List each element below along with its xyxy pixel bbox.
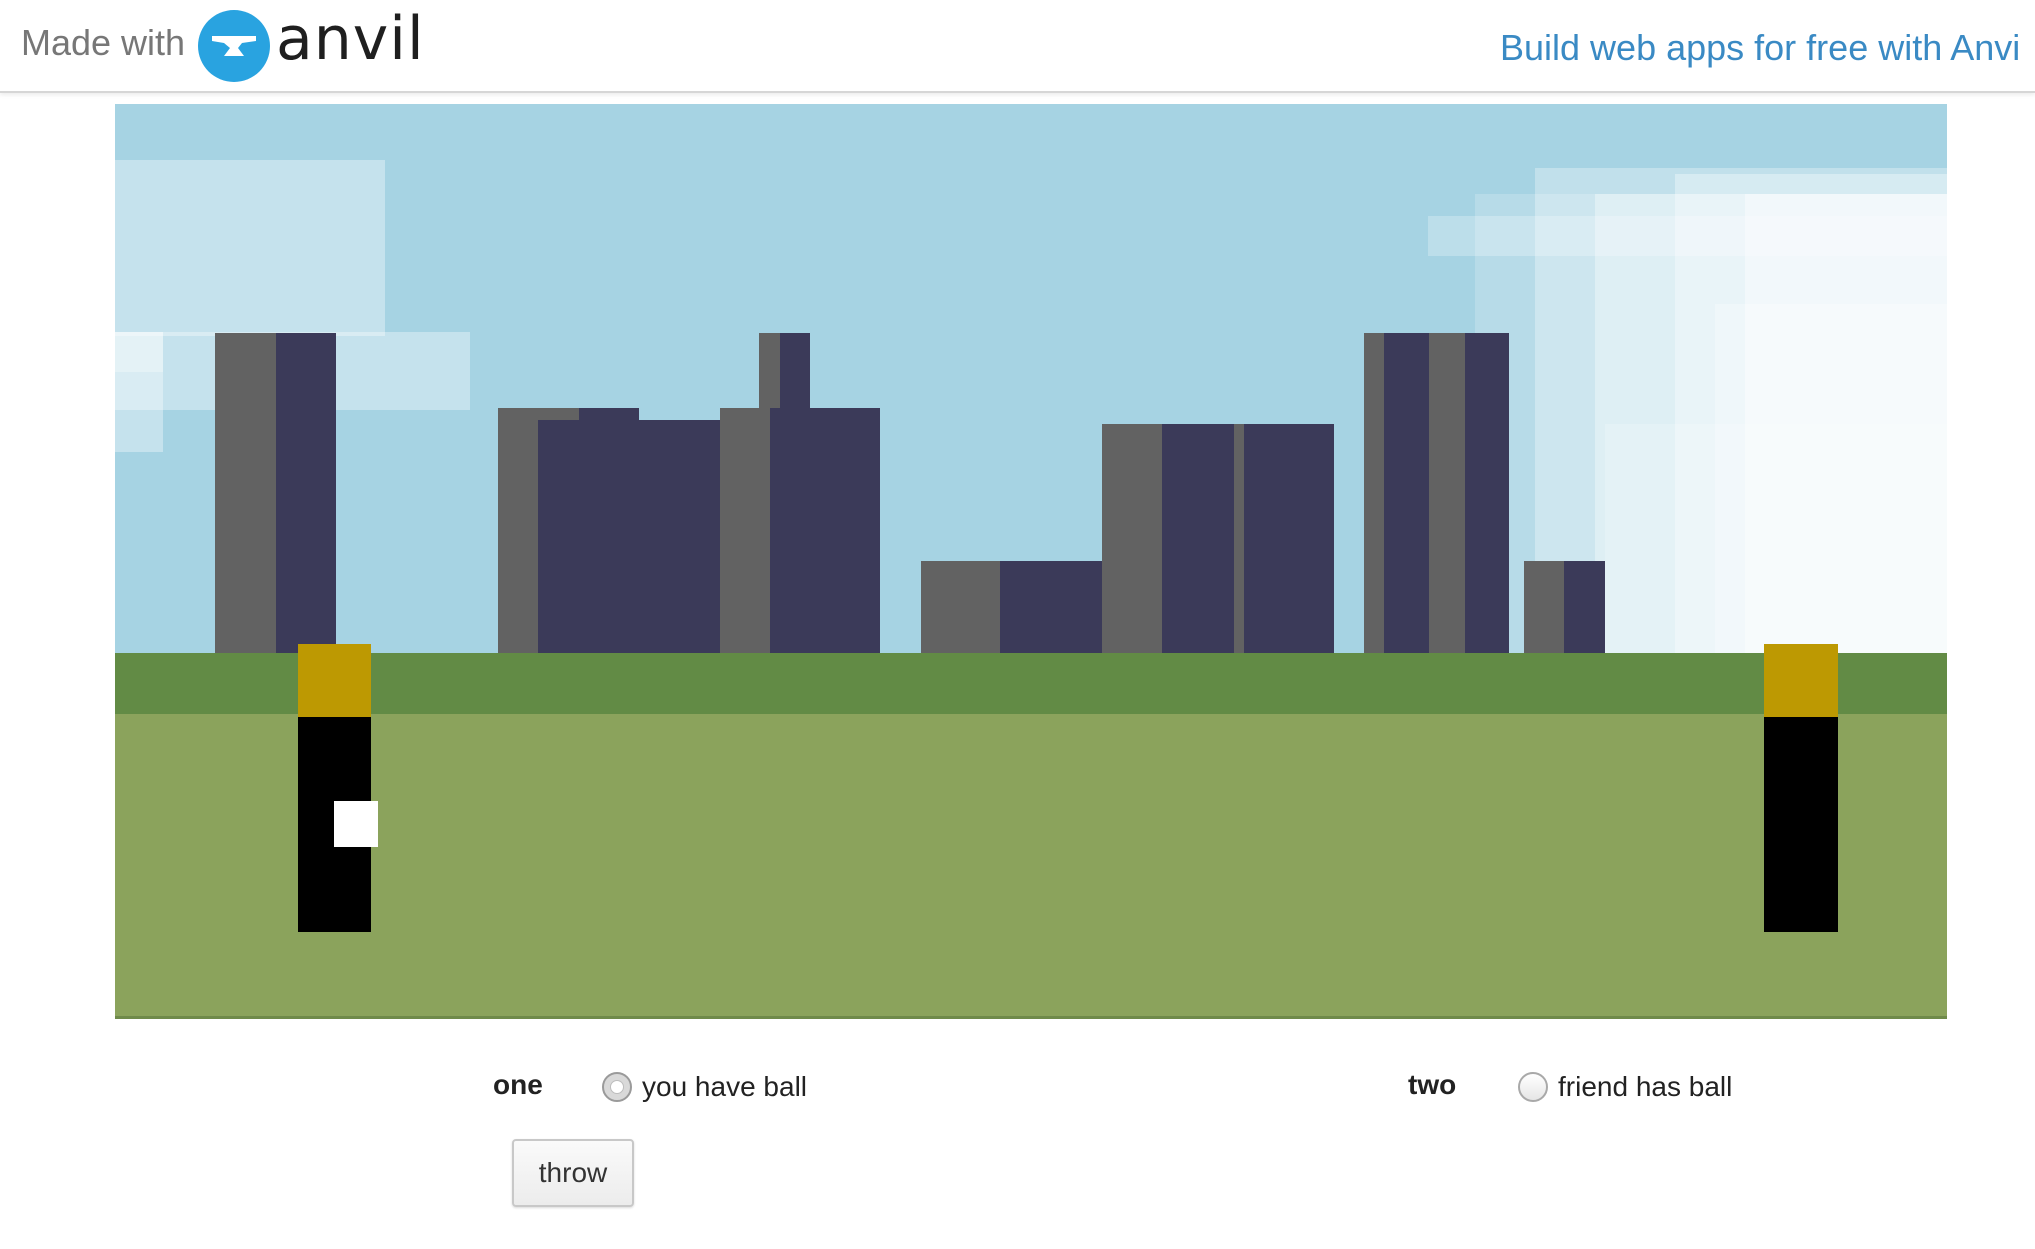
made-with-anvil-banner: Made with anvil Build web apps for free … — [0, 0, 2035, 93]
throw-button[interactable]: throw — [512, 1139, 634, 1207]
player-two-label: two — [1408, 1069, 1457, 1100]
friend-has-ball-label: friend has ball — [1558, 1071, 1733, 1102]
you-have-ball-radio-option[interactable]: you have ball — [602, 1071, 807, 1103]
game-scene — [115, 104, 1947, 1019]
you-have-ball-radio[interactable] — [602, 1072, 632, 1102]
friend-has-ball-radio-option[interactable]: friend has ball — [1518, 1071, 1732, 1103]
player-one-label: one — [493, 1069, 543, 1100]
player-two-head — [1764, 644, 1838, 719]
player-two-body — [1764, 717, 1838, 932]
game-canvas[interactable] — [115, 104, 1947, 1019]
player-one — [298, 644, 371, 932]
anvil-wordmark: anvil — [276, 4, 425, 74]
you-have-ball-label: you have ball — [642, 1071, 808, 1102]
ball — [334, 801, 378, 847]
grass-field — [115, 714, 1947, 1019]
grass-horizon — [115, 653, 1947, 715]
anvil-logo-icon[interactable] — [198, 10, 270, 82]
player-one-head — [298, 644, 371, 719]
made-with-label: Made with — [21, 22, 186, 63]
build-web-apps-link[interactable]: Build web apps for free with Anvi — [1500, 27, 2020, 69]
friend-has-ball-radio[interactable] — [1518, 1072, 1548, 1102]
radio-selected-dot — [610, 1080, 624, 1094]
player-two — [1764, 644, 1838, 932]
